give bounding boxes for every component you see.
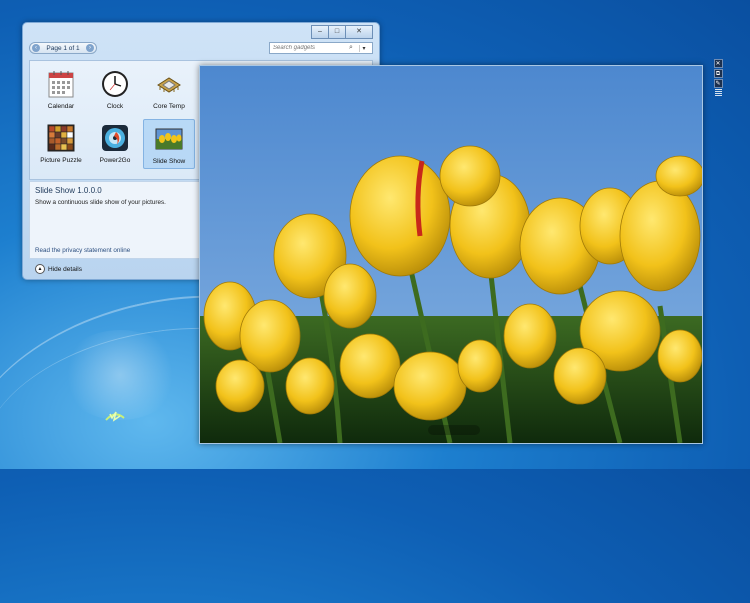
gadget-label: Calendar	[47, 103, 75, 110]
disc-icon	[102, 125, 128, 151]
close-button[interactable]: ✕	[345, 25, 373, 39]
details-description: Show a continuous slide show of your pic…	[35, 199, 166, 206]
search-input[interactable]	[273, 45, 349, 51]
slideshow-gadget[interactable]	[199, 65, 703, 444]
privacy-link[interactable]: Read the privacy statement online	[35, 247, 130, 254]
pager: ‹ Page 1 of 1 ›	[29, 42, 97, 54]
gadget-label: Picture Puzzle	[40, 157, 82, 164]
gadget-label: Clock	[106, 103, 124, 110]
drag-grip-icon[interactable]	[714, 89, 722, 97]
gadget-clock[interactable]: Clock	[89, 65, 141, 115]
windows-logo-icon	[105, 411, 125, 422]
search-box: ⌕ ▾	[269, 42, 373, 54]
slideshow-controls[interactable]	[428, 425, 480, 435]
gadget-label: Power2Go	[99, 157, 131, 164]
prev-page-button[interactable]: ‹	[32, 44, 40, 52]
clock-icon	[102, 71, 128, 97]
details-title: Slide Show 1.0.0.0	[35, 186, 102, 195]
caption-buttons: – □ ✕	[311, 25, 373, 39]
options-wrench-icon[interactable]: ✎	[713, 79, 723, 88]
chip-icon	[157, 77, 181, 93]
gadget-toolbar: ✕ ⧉ ✎	[713, 59, 723, 97]
slideshow-icon	[155, 128, 183, 150]
chevron-up-icon: ▲	[35, 264, 45, 274]
minimize-button[interactable]: –	[311, 25, 329, 39]
gadget-label: Core Temp	[153, 103, 185, 110]
puzzle-icon	[47, 124, 75, 152]
gadget-slide-show[interactable]: Slide Show	[143, 119, 195, 169]
close-gadget-button[interactable]: ✕	[713, 59, 723, 68]
next-page-button[interactable]: ›	[86, 44, 94, 52]
page-indicator: Page 1 of 1	[46, 44, 80, 52]
slideshow-image	[200, 66, 702, 443]
gadget-calendar[interactable]: Calendar	[35, 65, 87, 115]
gadget-label: Slide Show	[152, 158, 186, 165]
gadget-picture-puzzle[interactable]: Picture Puzzle	[35, 119, 87, 169]
hide-details-label: Hide details	[48, 265, 82, 273]
gadget-power2go[interactable]: Power2Go	[89, 119, 141, 169]
gadget-core-temp[interactable]: Core Temp	[143, 65, 195, 115]
calendar-icon	[48, 71, 74, 98]
larger-size-button[interactable]: ⧉	[713, 69, 723, 78]
restore-button[interactable]: □	[328, 25, 346, 39]
gallery-toolbar: ‹ Page 1 of 1 › ⌕ ▾	[29, 42, 373, 56]
search-icon[interactable]: ⌕	[349, 44, 359, 52]
search-dropdown-button[interactable]: ▾	[359, 44, 368, 52]
hide-details-button[interactable]: ▲ Hide details	[35, 264, 82, 274]
